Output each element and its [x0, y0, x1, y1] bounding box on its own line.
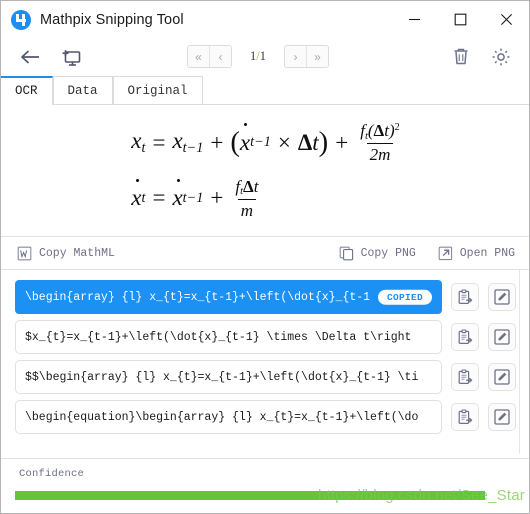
title-bar: Mathpix Snipping Tool [1, 1, 529, 38]
next-page-button[interactable]: › [284, 46, 306, 67]
maximize-button[interactable] [437, 1, 483, 38]
edit-result-button[interactable] [488, 283, 516, 311]
page-indicator: 1/1 [232, 49, 284, 64]
close-icon [500, 14, 512, 25]
last-page-button[interactable]: » [305, 46, 328, 67]
latex-result-text[interactable]: $x_{t}=x_{t-1}+\left(\dot{x}_{t-1} \time… [15, 320, 442, 354]
edit-square-icon [494, 369, 510, 385]
copy-png-button[interactable]: Copy PNG [339, 246, 416, 261]
settings-button[interactable] [486, 44, 516, 70]
copy-actions-bar: Copy MathML Copy PNG Open PNG [1, 237, 529, 270]
edit-square-icon [494, 409, 510, 425]
window-title: Mathpix Snipping Tool [40, 11, 184, 28]
gear-icon [492, 48, 510, 65]
edit-result-button[interactable] [488, 403, 516, 431]
maximize-icon [454, 13, 466, 26]
clipboard-paste-icon [458, 289, 473, 305]
confidence-bar-track [15, 491, 526, 500]
copy-mathml-label: Copy MathML [39, 246, 115, 260]
edit-result-button[interactable] [488, 363, 516, 391]
latex-result-value: $$\begin{array} {l} x_{t}=x_{t-1}+\left(… [25, 370, 419, 384]
results-divider [519, 270, 520, 454]
open-png-button[interactable]: Open PNG [438, 246, 515, 261]
tab-data-label: Data [67, 83, 98, 98]
back-arrow-icon [20, 50, 39, 63]
rendered-equations: xt = xt−1 + ( x t−1 × Δt ) + ft(Δt)2 2m x… [125, 121, 404, 221]
delete-button[interactable] [446, 44, 476, 70]
edit-square-icon [494, 289, 510, 305]
latex-result-text[interactable]: \begin{array} {l} x_{t}=x_{t-1}+\left(\d… [15, 280, 442, 314]
pagination-next-group: › » [283, 45, 329, 68]
clipboard-paste-icon [458, 409, 473, 425]
table-row[interactable]: $$\begin{array} {l} x_{t}=x_{t-1}+\left(… [1, 360, 529, 394]
equation-line-2: xt = x t−1 + ftΔt m [131, 176, 259, 221]
trash-icon [454, 48, 468, 65]
pagination-prev-group: « ‹ [187, 45, 232, 68]
tab-original[interactable]: Original [112, 76, 203, 104]
copy-mathml-button[interactable]: Copy MathML [17, 246, 115, 261]
copied-badge: COPIED [377, 289, 432, 305]
page-total: 1 [259, 49, 266, 63]
copy-png-label: Copy PNG [360, 246, 416, 260]
confidence-bar-fill [15, 491, 486, 500]
latex-result-value: $x_{t}=x_{t-1}+\left(\dot{x}_{t-1} \time… [25, 330, 412, 344]
main-toolbar: « ‹ 1/1 › » [1, 38, 529, 75]
latex-result-value: \begin{array} {l} x_{t}=x_{t-1}+\left(\d… [25, 290, 371, 304]
latex-results-list: \begin{array} {l} x_{t}=x_{t-1}+\left(\d… [1, 270, 529, 459]
equation-preview: xt = xt−1 + ( x t−1 × Δt ) + ft(Δt)2 2m x… [1, 105, 529, 237]
tab-ocr-label: OCR [15, 84, 38, 98]
equation-line-1: xt = xt−1 + ( x t−1 × Δt ) + ft(Δt)2 2m [131, 120, 400, 165]
first-page-button[interactable]: « [188, 46, 209, 67]
mathpix-logo-icon [11, 9, 31, 30]
table-row[interactable]: \begin{array} {l} x_{t}=x_{t-1}+\left(\d… [1, 280, 529, 314]
copy-to-clipboard-button[interactable] [451, 283, 479, 311]
open-external-icon [438, 246, 452, 260]
open-png-label: Open PNG [459, 246, 515, 260]
close-button[interactable] [483, 1, 529, 38]
copy-to-clipboard-button[interactable] [451, 323, 479, 351]
clipboard-paste-icon [458, 369, 473, 385]
new-snip-icon [62, 49, 81, 66]
latex-result-value: \begin{equation}\begin{array} {l} x_{t}=… [25, 410, 419, 424]
prev-page-button[interactable]: ‹ [209, 46, 231, 67]
word-document-icon [17, 246, 32, 260]
tab-ocr[interactable]: OCR [1, 76, 53, 105]
window-controls [391, 1, 529, 38]
minimize-button[interactable] [391, 1, 437, 38]
tab-data[interactable]: Data [52, 76, 113, 104]
copy-to-clipboard-button[interactable] [451, 363, 479, 391]
new-snip-button[interactable] [56, 44, 86, 70]
table-row[interactable]: \begin{equation}\begin{array} {l} x_{t}=… [1, 400, 529, 434]
latex-result-text[interactable]: \begin{equation}\begin{array} {l} x_{t}=… [15, 400, 442, 434]
copy-right-group: Copy PNG Open PNG [339, 246, 515, 261]
confidence-label: Confidence [19, 468, 85, 480]
minimize-icon [408, 18, 420, 21]
tab-original-label: Original [127, 83, 188, 98]
copy-pages-icon [339, 246, 353, 260]
tab-bar: OCR Data Original [1, 75, 529, 105]
edit-square-icon [494, 329, 510, 345]
back-button[interactable] [15, 44, 45, 70]
latex-result-text[interactable]: $$\begin{array} {l} x_{t}=x_{t-1}+\left(… [15, 360, 442, 394]
clipboard-paste-icon [458, 329, 473, 345]
table-row[interactable]: $x_{t}=x_{t-1}+\left(\dot{x}_{t-1} \time… [1, 320, 529, 354]
copy-to-clipboard-button[interactable] [451, 403, 479, 431]
confidence-section: Confidence https://blog.csdn.net/See_Sta… [1, 459, 529, 513]
pagination: « ‹ 1/1 › » [187, 45, 329, 68]
app-window: Mathpix Snipping Tool « ‹ 1/1 › » OCR Da… [0, 0, 530, 514]
edit-result-button[interactable] [488, 323, 516, 351]
toolbar-right-actions [446, 44, 529, 70]
